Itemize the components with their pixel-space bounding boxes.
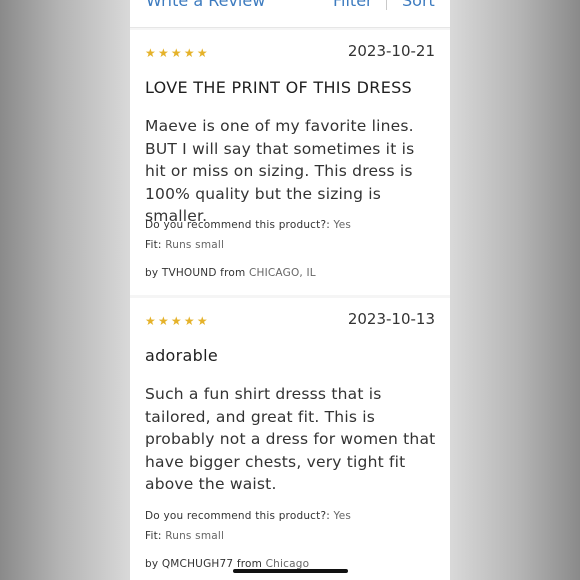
reviewer-name: QMCHUGH77 bbox=[161, 558, 234, 570]
reviewer-line: by TVHOUND from CHICAGO, IL bbox=[145, 267, 316, 279]
recommend-value: Yes bbox=[333, 219, 352, 231]
home-indicator[interactable] bbox=[233, 569, 348, 573]
recommend-line: Do you recommend this product?: Yes bbox=[145, 510, 351, 522]
star-rating-icon: ★★★★★ bbox=[145, 314, 210, 328]
fit-label: Fit: bbox=[145, 239, 162, 251]
review-title: adorable bbox=[145, 346, 218, 365]
write-review-link[interactable]: Write a Review bbox=[146, 0, 265, 10]
fit-value: Runs small bbox=[165, 239, 225, 251]
review-title: LOVE THE PRINT OF THIS DRESS bbox=[145, 78, 413, 97]
sort-link[interactable]: Sort bbox=[402, 0, 435, 10]
by-label: by bbox=[145, 267, 159, 279]
review-card: ★★★★★ 2023-10-21 LOVE THE PRINT OF THIS … bbox=[130, 30, 450, 295]
review-date: 2023-10-13 bbox=[347, 310, 435, 328]
review-date: 2023-10-21 bbox=[347, 42, 435, 60]
fit-label: Fit: bbox=[145, 530, 162, 542]
review-body: Maeve is one of my favorite lines. BUT I… bbox=[145, 117, 415, 225]
reviewer-location: CHICAGO, IL bbox=[248, 267, 316, 279]
review-body: Such a fun shirt dresss that is tailored… bbox=[145, 385, 436, 493]
toolbar-divider bbox=[386, 0, 387, 10]
filter-link[interactable]: Filter bbox=[333, 0, 373, 10]
fit-value: Runs small bbox=[165, 530, 225, 542]
review-card: ★★★★★ 2023-10-13 adorable Such a fun shi… bbox=[130, 298, 450, 580]
star-rating-icon: ★★★★★ bbox=[145, 46, 210, 60]
recommend-label: Do you recommend this product?: bbox=[145, 510, 330, 522]
reviewer-name: TVHOUND bbox=[161, 267, 217, 279]
from-label: from bbox=[220, 267, 246, 279]
fit-line: Fit: Runs small bbox=[145, 239, 224, 251]
reviews-panel: Write a Review Filter Sort ★★★★★ 2023-10… bbox=[130, 0, 450, 580]
review-toolbar: Write a Review Filter Sort bbox=[130, 0, 450, 28]
by-label: by bbox=[145, 558, 159, 570]
recommend-line: Do you recommend this product?: Yes bbox=[145, 219, 351, 231]
fit-line: Fit: Runs small bbox=[145, 530, 224, 542]
recommend-label: Do you recommend this product?: bbox=[145, 219, 330, 231]
recommend-value: Yes bbox=[333, 510, 352, 522]
